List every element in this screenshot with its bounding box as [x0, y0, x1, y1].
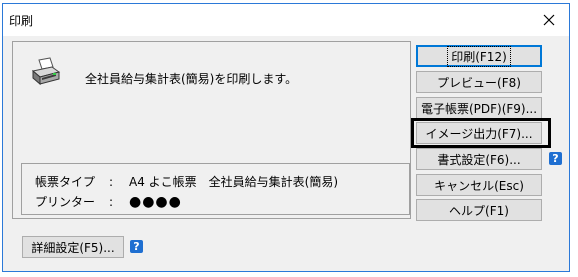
print-message: 全社員給与集計表(簡易)を印刷します。: [85, 72, 298, 86]
preview-button-label: プレビュー(F8): [437, 75, 521, 90]
printer-colon: :: [109, 195, 114, 209]
close-icon: [543, 14, 555, 25]
cancel-button-label: キャンセル(Esc): [434, 178, 524, 193]
printer-value: ●●●●: [129, 194, 182, 210]
form-type-colon: :: [109, 175, 114, 189]
pdf-button[interactable]: 電子帳票(PDF)(F9)...: [416, 97, 542, 119]
help-button[interactable]: ヘルプ(F1): [416, 199, 542, 221]
print-button-label: 印刷(F12): [447, 45, 511, 67]
detail-help-icon[interactable]: ?: [130, 240, 143, 253]
close-button[interactable]: [529, 4, 569, 35]
form-type-value: A4 よこ帳票 全社員給与集計表(簡易): [129, 175, 339, 189]
printer-icon: [31, 57, 61, 86]
cancel-button[interactable]: キャンセル(Esc): [416, 174, 542, 196]
print-info-box: 帳票タイプ: A4 よこ帳票 全社員給与集計表(簡易) プリンター: ●●●●: [21, 163, 410, 215]
format-settings-button-label: 書式設定(F6)...: [437, 152, 521, 167]
main-panel: 全社員給与集計表(簡易)を印刷します。 帳票タイプ: A4 よこ帳票 全社員給与集…: [12, 41, 411, 219]
form-type-label: 帳票タイプ: [35, 175, 96, 189]
form-type-row: 帳票タイプ: A4 よこ帳票 全社員給与集計表(簡易): [35, 173, 338, 190]
format-settings-button[interactable]: 書式設定(F6)...: [416, 148, 542, 170]
printer-label: プリンター: [35, 195, 96, 209]
image-output-highlight: [411, 118, 551, 148]
print-button[interactable]: 印刷(F12): [416, 45, 542, 67]
help-button-label: ヘルプ(F1): [449, 203, 509, 218]
printer-row: プリンター: ●●●●: [35, 193, 182, 210]
format-help-icon[interactable]: ?: [549, 152, 562, 165]
window-title: 印刷: [9, 14, 34, 28]
title-bar: 印刷: [3, 4, 569, 36]
detail-settings-button[interactable]: 詳細設定(F5)...: [22, 236, 124, 258]
detail-settings-button-label: 詳細設定(F5)...: [31, 240, 115, 255]
preview-button[interactable]: プレビュー(F8): [416, 71, 542, 93]
pdf-button-label: 電子帳票(PDF)(F9)...: [420, 101, 538, 116]
print-dialog: 印刷 全社員給与集計表(簡易)を印刷します。 帳票タイプ: A4 よこ帳票 全社員…: [2, 3, 570, 272]
